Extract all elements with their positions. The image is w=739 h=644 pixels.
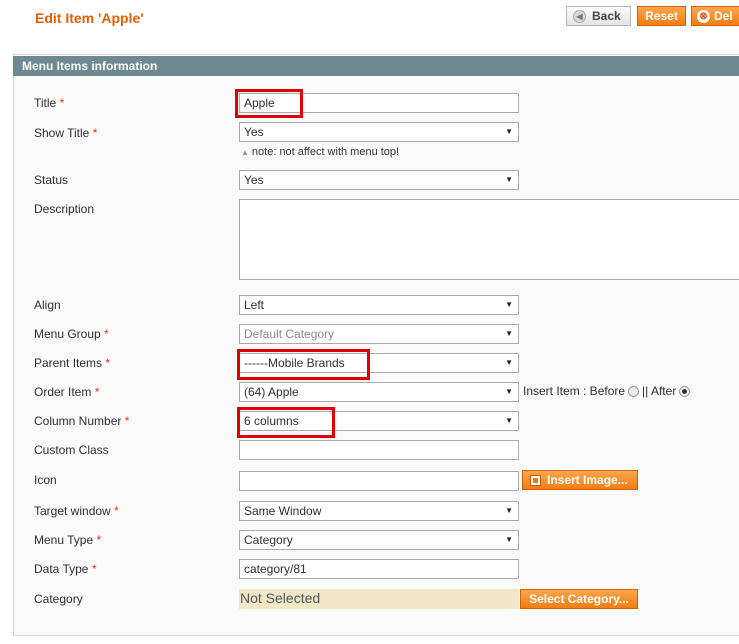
category-label: Category bbox=[34, 592, 83, 606]
back-button-label: Back bbox=[592, 9, 621, 23]
triangle-up-icon: ▲ bbox=[241, 148, 249, 157]
insert-image-label: Insert Image... bbox=[547, 473, 628, 487]
reset-button[interactable]: Reset bbox=[637, 6, 686, 26]
insert-image-button[interactable]: Insert Image... bbox=[522, 470, 638, 490]
icon-input[interactable] bbox=[239, 471, 519, 491]
show-title-label: Show Title * bbox=[34, 126, 98, 140]
insert-before-radio[interactable] bbox=[628, 385, 640, 397]
insert-after-radio[interactable] bbox=[679, 385, 691, 397]
status-select[interactable]: Yes ▼ bbox=[239, 170, 519, 190]
menu-type-select[interactable]: Category ▼ bbox=[239, 530, 519, 550]
insert-position-group: Insert Item : Before || After bbox=[523, 384, 693, 398]
data-type-input[interactable]: category/81 bbox=[239, 559, 519, 579]
chevron-down-icon: ▼ bbox=[505, 387, 513, 396]
chevron-down-icon: ▼ bbox=[505, 416, 513, 425]
chevron-down-icon: ▼ bbox=[505, 358, 513, 367]
icon-label: Icon bbox=[34, 473, 57, 487]
status-label: Status bbox=[34, 173, 69, 187]
category-value: Not Selected bbox=[239, 589, 519, 609]
order-item-label: Order Item * bbox=[34, 385, 100, 399]
description-label: Description bbox=[34, 202, 95, 216]
chevron-down-icon: ▼ bbox=[505, 127, 513, 136]
description-textarea[interactable] bbox=[239, 199, 739, 280]
show-title-note: ▲ note: not affect with menu top! bbox=[241, 146, 400, 158]
menu-group-label: Menu Group * bbox=[34, 327, 109, 341]
insert-after-label: || After bbox=[642, 384, 677, 398]
order-item-select[interactable]: (64) Apple ▼ bbox=[239, 382, 519, 402]
chevron-down-icon: ▼ bbox=[505, 300, 513, 309]
chevron-down-icon: ▼ bbox=[505, 175, 513, 184]
delete-button-label: Del bbox=[714, 9, 733, 23]
column-number-label: Column Number * bbox=[34, 414, 130, 428]
parent-items-label: Parent Items * bbox=[34, 356, 111, 370]
custom-class-label: Custom Class bbox=[34, 443, 109, 457]
parent-items-select[interactable]: ------Mobile Brands ▼ bbox=[239, 353, 519, 373]
column-number-select[interactable]: 6 columns ▼ bbox=[239, 411, 519, 431]
menu-type-label: Menu Type * bbox=[34, 533, 102, 547]
custom-class-input[interactable] bbox=[239, 440, 519, 460]
align-label: Align bbox=[34, 298, 61, 312]
insert-before-label: Insert Item : Before bbox=[523, 384, 626, 398]
back-button[interactable]: ◀ Back bbox=[566, 6, 631, 26]
menu-group-select[interactable]: Default Category ▼ bbox=[239, 324, 519, 344]
delete-icon: ⊗ bbox=[697, 9, 710, 23]
delete-button[interactable]: ⊗ Del bbox=[691, 6, 739, 26]
target-window-label: Target window * bbox=[34, 504, 119, 518]
align-select[interactable]: Left ▼ bbox=[239, 295, 519, 315]
chevron-down-icon: ▼ bbox=[505, 329, 513, 338]
title-label: Title * bbox=[34, 96, 65, 110]
section-title: Menu Items information bbox=[13, 56, 739, 76]
page-title: Edit Item 'Apple' bbox=[35, 10, 144, 26]
select-category-button[interactable]: Select Category... bbox=[520, 589, 638, 609]
chevron-down-icon: ▼ bbox=[505, 535, 513, 544]
target-window-select[interactable]: Same Window ▼ bbox=[239, 501, 519, 521]
image-icon bbox=[530, 474, 541, 486]
title-input[interactable]: Apple bbox=[239, 93, 519, 113]
chevron-down-icon: ▼ bbox=[505, 506, 513, 515]
data-type-label: Data Type * bbox=[34, 562, 97, 576]
back-arrow-icon: ◀ bbox=[573, 9, 586, 23]
show-title-select[interactable]: Yes ▼ bbox=[239, 122, 519, 142]
